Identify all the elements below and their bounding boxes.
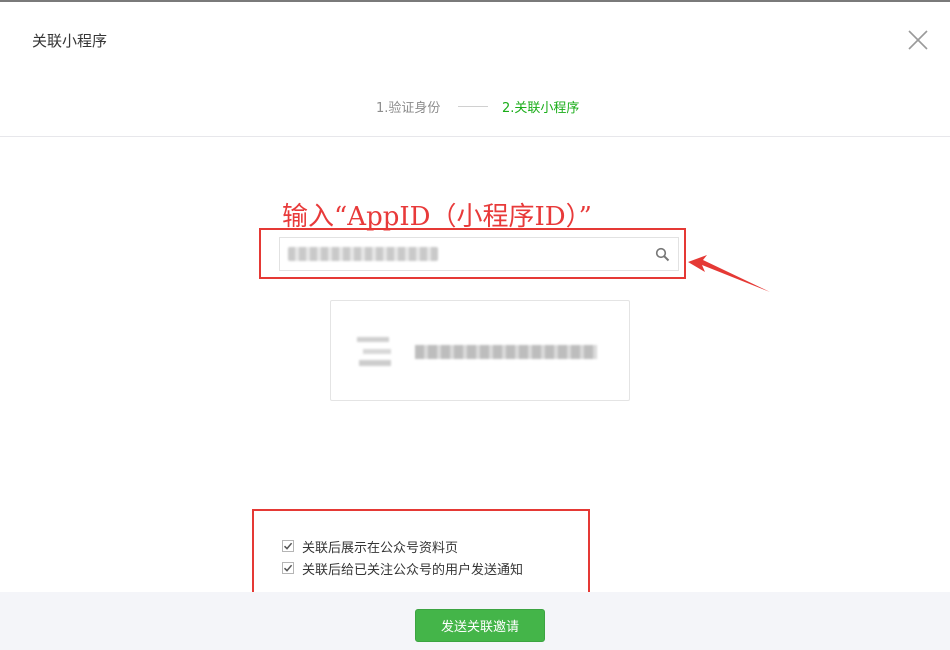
checkbox-notify-followers[interactable] xyxy=(282,562,294,574)
check-icon xyxy=(283,564,293,572)
option-notify-followers[interactable]: 关联后给已关注公众号的用户发送通知 xyxy=(282,560,524,578)
search-input-value[interactable] xyxy=(288,247,438,261)
header-divider xyxy=(0,136,950,137)
check-icon xyxy=(283,542,293,550)
step-indicator: 1.验证身份 2.关联小程序 xyxy=(0,97,950,117)
option-label-show-on-profile: 关联后展示在公众号资料页 xyxy=(302,540,459,556)
mini-program-avatar xyxy=(357,329,393,373)
step-verify-identity: 1.验证身份 xyxy=(376,101,441,116)
dialog-footer: 发送关联邀请 xyxy=(0,592,950,650)
step-connector xyxy=(458,106,488,107)
step-link-mini-program: 2.关联小程序 xyxy=(502,101,580,116)
close-icon[interactable] xyxy=(906,28,930,52)
appid-search-input[interactable] xyxy=(279,237,679,271)
mini-program-name xyxy=(415,345,597,359)
annotation-arrow xyxy=(688,255,770,292)
checkbox-show-on-profile[interactable] xyxy=(282,540,294,552)
dialog-title: 关联小程序 xyxy=(32,32,108,50)
search-icon[interactable] xyxy=(655,247,670,262)
option-label-notify-followers: 关联后给已关注公众号的用户发送通知 xyxy=(302,562,524,578)
option-show-on-profile[interactable]: 关联后展示在公众号资料页 xyxy=(282,538,459,556)
link-mini-program-dialog: 关联小程序 1.验证身份 2.关联小程序 输入“AppID（小程序ID）” 关联… xyxy=(0,0,950,595)
search-result-card[interactable] xyxy=(330,300,630,401)
send-invitation-button[interactable]: 发送关联邀请 xyxy=(415,609,545,642)
